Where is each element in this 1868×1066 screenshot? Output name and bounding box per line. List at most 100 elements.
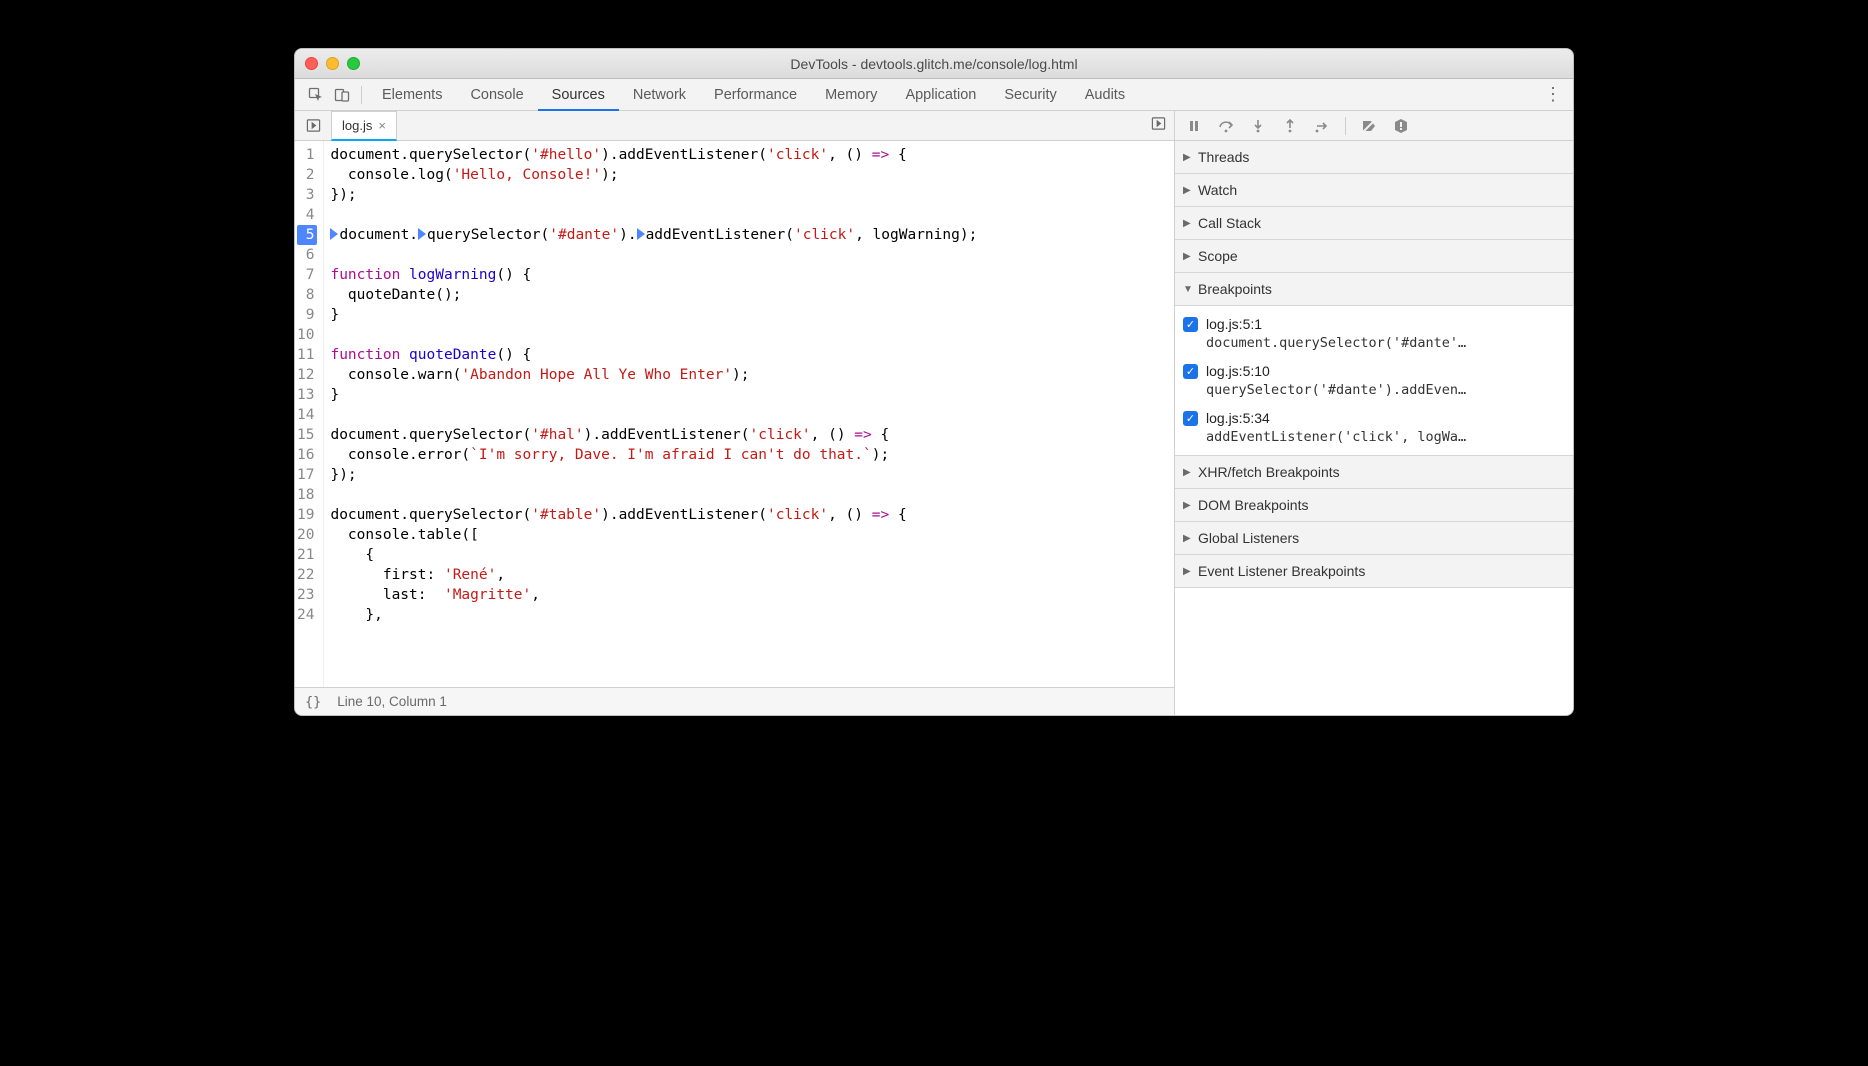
show-navigator-icon[interactable]: [301, 118, 325, 133]
line-number[interactable]: 11: [297, 345, 317, 365]
kebab-menu-icon[interactable]: ⋮: [1541, 84, 1565, 105]
line-number[interactable]: 23: [297, 585, 317, 605]
code-line[interactable]: function logWarning() {: [330, 265, 1168, 285]
inspect-element-icon[interactable]: [303, 87, 329, 103]
code-line[interactable]: {: [330, 545, 1168, 565]
code-line[interactable]: }: [330, 385, 1168, 405]
step-out-icon[interactable]: [1279, 118, 1301, 134]
code-line[interactable]: [330, 325, 1168, 345]
code-line[interactable]: document.querySelector('#dante').addEven…: [330, 225, 1168, 245]
code-line[interactable]: });: [330, 465, 1168, 485]
code-editor[interactable]: 1 2 3 4 5 6 7 8 910111213141516171819202…: [295, 141, 1174, 687]
editor-pane: log.js × 1 2 3 4 5 6 7 8 910111213141516…: [295, 111, 1175, 715]
code-line[interactable]: last: 'Magritte',: [330, 585, 1168, 605]
breakpoint-checkbox[interactable]: ✓: [1183, 364, 1198, 379]
line-number[interactable]: 1: [297, 145, 317, 165]
code-line[interactable]: [330, 205, 1168, 225]
maximize-window-button[interactable]: [347, 57, 360, 70]
code-line[interactable]: [330, 245, 1168, 265]
code-line[interactable]: console.warn('Abandon Hope All Ye Who En…: [330, 365, 1168, 385]
tab-performance[interactable]: Performance: [700, 79, 811, 111]
event-listener-breakpoints-section[interactable]: ▶Event Listener Breakpoints: [1175, 555, 1573, 588]
line-number[interactable]: 17: [297, 465, 317, 485]
line-number[interactable]: 3: [297, 185, 317, 205]
close-tab-icon[interactable]: ×: [378, 118, 386, 133]
line-number[interactable]: 10: [297, 325, 317, 345]
line-number[interactable]: 24: [297, 605, 317, 625]
call-stack-section[interactable]: ▶Call Stack: [1175, 207, 1573, 240]
pause-icon[interactable]: [1183, 118, 1205, 134]
tab-network[interactable]: Network: [619, 79, 700, 111]
code-line[interactable]: console.log('Hello, Console!');: [330, 165, 1168, 185]
code-content[interactable]: document.querySelector('#hello').addEven…: [324, 141, 1174, 687]
titlebar: DevTools - devtools.glitch.me/console/lo…: [295, 49, 1573, 79]
watch-section[interactable]: ▶Watch: [1175, 174, 1573, 207]
breakpoint-checkbox[interactable]: ✓: [1183, 317, 1198, 332]
line-number[interactable]: 21: [297, 545, 317, 565]
line-number[interactable]: 14: [297, 405, 317, 425]
line-number[interactable]: 15: [297, 425, 317, 445]
pause-on-exceptions-icon[interactable]: [1390, 118, 1412, 134]
tab-application[interactable]: Application: [891, 79, 990, 111]
breakpoint-item[interactable]: ✓log.js:5:1document.querySelector('#dant…: [1175, 310, 1573, 357]
tab-console[interactable]: Console: [456, 79, 537, 111]
step-into-icon[interactable]: [1247, 118, 1269, 134]
step-over-icon[interactable]: [1215, 118, 1237, 134]
code-line[interactable]: [330, 405, 1168, 425]
line-number-gutter[interactable]: 1 2 3 4 5 6 7 8 910111213141516171819202…: [295, 141, 324, 687]
editor-tab-label: log.js: [342, 118, 372, 133]
global-listeners-section[interactable]: ▶Global Listeners: [1175, 522, 1573, 555]
tab-sources[interactable]: Sources: [538, 79, 619, 111]
breakpoint-item[interactable]: ✓log.js:5:10querySelector('#dante').addE…: [1175, 357, 1573, 404]
deactivate-breakpoints-icon[interactable]: [1358, 118, 1380, 134]
tab-memory[interactable]: Memory: [811, 79, 891, 111]
toggle-device-toolbar-icon[interactable]: [329, 87, 355, 103]
line-number[interactable]: 19: [297, 505, 317, 525]
code-line[interactable]: });: [330, 185, 1168, 205]
line-number[interactable]: 12: [297, 365, 317, 385]
code-line[interactable]: document.querySelector('#hello').addEven…: [330, 145, 1168, 165]
breakpoints-section[interactable]: ▼Breakpoints: [1175, 273, 1573, 306]
code-line[interactable]: quoteDante();: [330, 285, 1168, 305]
line-number[interactable]: 9: [297, 305, 317, 325]
line-number[interactable]: 8: [297, 285, 317, 305]
column-breakpoint-marker[interactable]: [330, 228, 338, 240]
xhr-breakpoints-section[interactable]: ▶XHR/fetch Breakpoints: [1175, 456, 1573, 489]
line-number[interactable]: 4: [297, 205, 317, 225]
breakpoint-code-preview: addEventListener('click', logWa…: [1183, 429, 1565, 445]
line-number[interactable]: 22: [297, 565, 317, 585]
line-number[interactable]: 5: [297, 225, 317, 245]
line-number[interactable]: 20: [297, 525, 317, 545]
column-breakpoint-marker[interactable]: [418, 228, 426, 240]
close-window-button[interactable]: [305, 57, 318, 70]
tab-audits[interactable]: Audits: [1071, 79, 1139, 111]
line-number[interactable]: 6: [297, 245, 317, 265]
code-line[interactable]: [330, 485, 1168, 505]
breakpoint-checkbox[interactable]: ✓: [1183, 411, 1198, 426]
code-line[interactable]: function quoteDante() {: [330, 345, 1168, 365]
pretty-print-icon[interactable]: {}: [305, 694, 321, 710]
show-debugger-icon[interactable]: [1151, 116, 1166, 136]
column-breakpoint-marker[interactable]: [637, 228, 645, 240]
tab-security[interactable]: Security: [990, 79, 1070, 111]
code-line[interactable]: },: [330, 605, 1168, 625]
code-line[interactable]: document.querySelector('#table').addEven…: [330, 505, 1168, 525]
code-line[interactable]: first: 'René',: [330, 565, 1168, 585]
code-line[interactable]: }: [330, 305, 1168, 325]
line-number[interactable]: 7: [297, 265, 317, 285]
code-line[interactable]: console.table([: [330, 525, 1168, 545]
code-line[interactable]: document.querySelector('#hal').addEventL…: [330, 425, 1168, 445]
tab-elements[interactable]: Elements: [368, 79, 456, 111]
scope-section[interactable]: ▶Scope: [1175, 240, 1573, 273]
line-number[interactable]: 2: [297, 165, 317, 185]
step-icon[interactable]: [1311, 118, 1333, 134]
threads-section[interactable]: ▶Threads: [1175, 141, 1573, 174]
breakpoint-item[interactable]: ✓log.js:5:34addEventListener('click', lo…: [1175, 404, 1573, 451]
line-number[interactable]: 18: [297, 485, 317, 505]
line-number[interactable]: 16: [297, 445, 317, 465]
editor-tab-logjs[interactable]: log.js ×: [331, 111, 397, 141]
dom-breakpoints-section[interactable]: ▶DOM Breakpoints: [1175, 489, 1573, 522]
minimize-window-button[interactable]: [326, 57, 339, 70]
line-number[interactable]: 13: [297, 385, 317, 405]
code-line[interactable]: console.error(`I'm sorry, Dave. I'm afra…: [330, 445, 1168, 465]
